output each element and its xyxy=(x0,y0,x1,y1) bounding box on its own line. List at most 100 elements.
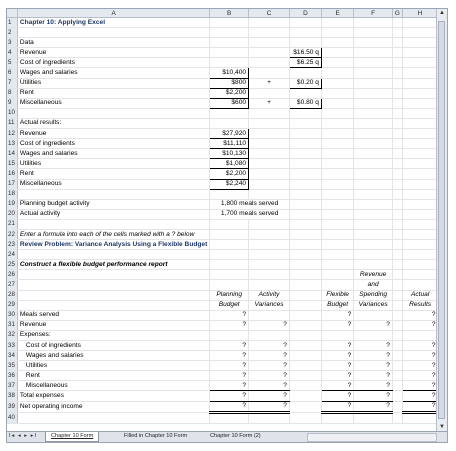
empty-cell[interactable] xyxy=(248,108,290,119)
empty-cell[interactable] xyxy=(353,249,393,261)
empty-cell[interactable] xyxy=(321,239,355,251)
input-cell[interactable]: ? xyxy=(209,310,250,321)
empty-cell[interactable] xyxy=(289,412,322,424)
col-header-d[interactable]: D xyxy=(289,9,322,18)
row-header[interactable]: 22 xyxy=(7,229,18,241)
empty-cell[interactable] xyxy=(392,290,403,301)
actual-label[interactable]: Miscellaneous xyxy=(17,179,211,190)
input-cell[interactable]: ? xyxy=(248,320,290,331)
empty-cell[interactable] xyxy=(392,37,403,49)
input-cell[interactable]: ? xyxy=(209,350,250,362)
empty-cell[interactable] xyxy=(392,330,403,342)
col-header-c[interactable]: C xyxy=(248,9,290,18)
empty-cell[interactable] xyxy=(392,108,403,119)
empty-cell[interactable] xyxy=(353,158,393,170)
data-label[interactable]: Wages and salaries xyxy=(17,67,211,79)
empty-cell[interactable] xyxy=(17,412,211,424)
empty-cell[interactable] xyxy=(392,158,403,170)
empty-cell[interactable] xyxy=(321,37,355,49)
empty-cell[interactable] xyxy=(248,148,290,160)
empty-cell[interactable] xyxy=(321,179,355,190)
empty-cell[interactable] xyxy=(321,17,355,29)
empty-cell[interactable] xyxy=(392,401,403,413)
empty-cell[interactable] xyxy=(402,27,439,39)
empty-cell[interactable] xyxy=(402,259,439,271)
empty-cell[interactable] xyxy=(402,148,439,160)
empty-cell[interactable] xyxy=(209,412,250,424)
empty-cell[interactable] xyxy=(248,279,290,291)
empty-cell[interactable] xyxy=(392,360,403,372)
empty-cell[interactable] xyxy=(402,98,439,109)
header-budget[interactable]: Budget xyxy=(209,300,250,311)
empty-cell[interactable] xyxy=(392,259,403,271)
actual-value[interactable]: $27,920 xyxy=(209,128,250,140)
actual-value[interactable]: $1,080 xyxy=(209,158,250,170)
empty-cell[interactable] xyxy=(353,17,393,29)
empty-cell[interactable] xyxy=(392,88,403,99)
empty-cell[interactable] xyxy=(321,78,355,89)
empty-cell[interactable] xyxy=(402,199,439,210)
input-cell[interactable]: ? xyxy=(353,380,393,392)
data-label[interactable]: Revenue xyxy=(17,47,211,59)
empty-cell[interactable] xyxy=(392,229,403,241)
empty-cell[interactable] xyxy=(392,340,403,352)
row-header[interactable]: 17 xyxy=(7,179,18,190)
empty-cell[interactable] xyxy=(248,259,290,271)
empty-cell[interactable] xyxy=(289,88,322,99)
row-header[interactable]: 11 xyxy=(7,118,18,130)
header-variances[interactable]: Variances xyxy=(353,300,393,311)
expense-label[interactable]: Rent xyxy=(17,370,211,382)
empty-cell[interactable] xyxy=(392,98,403,109)
empty-cell[interactable] xyxy=(248,88,290,99)
empty-cell[interactable] xyxy=(209,27,250,39)
actual-label[interactable]: Utilities xyxy=(17,158,211,170)
empty-cell[interactable] xyxy=(289,340,322,352)
row-header[interactable]: 34 xyxy=(7,350,18,362)
row-header[interactable]: 4 xyxy=(7,47,18,59)
row-header[interactable]: 14 xyxy=(7,148,18,160)
header-actual[interactable]: Actual xyxy=(402,290,439,301)
empty-cell[interactable] xyxy=(209,37,250,49)
empty-cell[interactable] xyxy=(209,108,250,119)
header-variances[interactable]: Variances xyxy=(248,300,290,311)
empty-cell[interactable] xyxy=(289,27,322,39)
input-cell[interactable]: ? xyxy=(248,350,290,362)
row-header[interactable]: 21 xyxy=(7,219,18,230)
header-spending[interactable]: Spending xyxy=(353,290,393,301)
empty-cell[interactable] xyxy=(402,412,439,424)
row-header[interactable]: 36 xyxy=(7,370,18,382)
input-cell[interactable]: ? xyxy=(248,370,290,382)
empty-cell[interactable] xyxy=(321,189,355,200)
row-header[interactable]: 1 xyxy=(7,17,18,29)
empty-cell[interactable] xyxy=(353,47,393,59)
empty-cell[interactable] xyxy=(289,269,322,281)
input-cell[interactable]: ? xyxy=(402,360,439,372)
data-label[interactable]: Utilities xyxy=(17,78,211,89)
empty-cell[interactable] xyxy=(392,370,403,382)
input-cell[interactable]: ? xyxy=(321,380,355,392)
row-header[interactable]: 28 xyxy=(7,290,18,301)
empty-cell[interactable] xyxy=(289,350,322,362)
empty-cell[interactable] xyxy=(392,320,403,331)
data-header[interactable]: Data xyxy=(17,37,211,49)
data-rate[interactable]: $0.20 q xyxy=(288,77,322,89)
empty-cell[interactable] xyxy=(402,229,439,241)
empty-cell[interactable] xyxy=(289,390,322,402)
expense-label[interactable]: Miscellaneous xyxy=(17,380,211,392)
empty-cell[interactable] xyxy=(321,219,355,230)
row-header[interactable]: 35 xyxy=(7,360,18,372)
empty-cell[interactable] xyxy=(402,269,439,281)
empty-cell[interactable] xyxy=(321,279,355,291)
actual-value[interactable]: $10,130 xyxy=(209,148,250,160)
row-header[interactable]: 3 xyxy=(7,37,18,49)
input-cell[interactable]: ? xyxy=(353,340,393,352)
empty-cell[interactable] xyxy=(17,189,211,200)
instruction-text[interactable]: Enter a formula into each of the cells m… xyxy=(17,229,211,241)
empty-cell[interactable] xyxy=(248,118,290,130)
empty-cell[interactable] xyxy=(321,199,355,210)
empty-cell[interactable] xyxy=(321,148,355,160)
data-rate[interactable]: $0.80 q xyxy=(288,97,322,109)
empty-cell[interactable] xyxy=(289,168,322,180)
empty-cell[interactable] xyxy=(289,330,322,342)
col-header-b[interactable]: B xyxy=(209,9,250,18)
